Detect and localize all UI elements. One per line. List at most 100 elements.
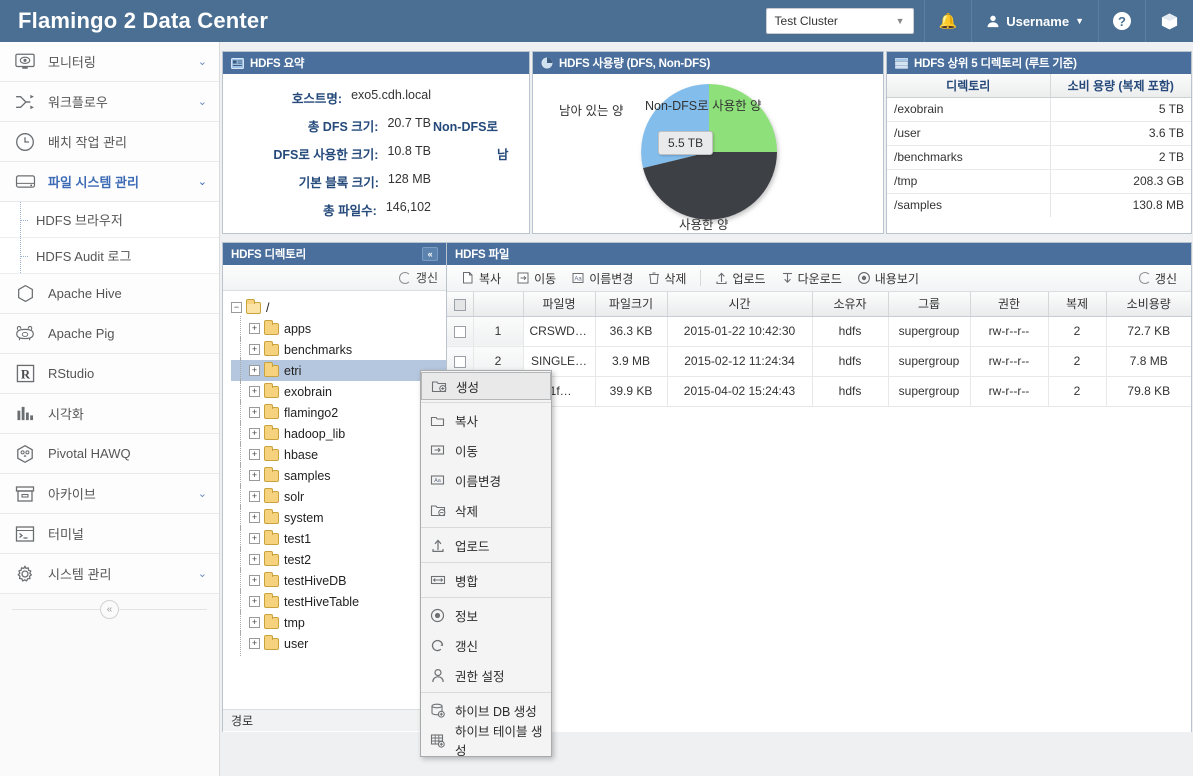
expander-expand-icon[interactable]: + [249, 323, 260, 334]
tree-node[interactable]: + system [231, 505, 446, 530]
sidebar-item-terminal[interactable]: 터미널 [0, 514, 219, 554]
cluster-select[interactable]: Test Cluster ▼ [765, 8, 914, 34]
context-menu-item-permissions[interactable]: 권한 설정 [421, 660, 551, 690]
context-menu-item-merge[interactable]: 병합 [421, 565, 551, 595]
context-menu-item-create-hive-table[interactable]: 하이브 테이블 생성 [421, 725, 551, 758]
sidebar-item-apache-pig[interactable]: Apache Pig [0, 314, 219, 354]
context-menu-item-delete[interactable]: 삭제 [421, 495, 551, 525]
column-header-filename[interactable]: 파일명 [523, 292, 596, 317]
tree-node[interactable]: + flamingo2 [231, 400, 446, 425]
tree-node[interactable]: + tmp [231, 610, 446, 635]
user-menu-button[interactable]: Username ▼ [971, 0, 1098, 42]
table-row[interactable]: 1 CRSWD-… 36.3 KB 2015-01-22 10:42:30 hd… [447, 316, 1191, 347]
copy-button[interactable]: 복사 [455, 268, 507, 289]
sidebar-item-monitoring[interactable]: 모니터링 ⌄ [0, 42, 219, 82]
context-menu-item-refresh[interactable]: 갱신 [421, 630, 551, 660]
expander-expand-icon[interactable]: + [249, 344, 260, 355]
delete-button[interactable]: 삭제 [642, 268, 692, 289]
expander-expand-icon[interactable]: + [249, 386, 260, 397]
file-refresh-button[interactable]: 갱신 [1133, 268, 1183, 289]
tree-refresh-button[interactable]: 갱신 [416, 269, 438, 286]
sidebar-item-rstudio[interactable]: R RStudio [0, 354, 219, 394]
apps-button[interactable] [1145, 0, 1193, 42]
context-menu-item-create[interactable]: 생성 [421, 372, 551, 400]
tree-node[interactable]: + hadoop_lib [231, 421, 446, 446]
column-header-consumed[interactable]: 소비 용량 (복제 포함) [1050, 74, 1191, 98]
column-header-filesize[interactable]: 파일크기 [595, 292, 668, 317]
tree-node-selected[interactable]: + etri [231, 358, 446, 383]
expander-expand-icon[interactable]: + [249, 428, 260, 439]
tree-node[interactable]: + user [231, 631, 446, 656]
checkbox-select-all-icon[interactable] [453, 298, 466, 311]
upload-button[interactable]: 업로드 [709, 268, 771, 289]
tree-node[interactable]: + samples [231, 463, 446, 488]
column-header-select-all[interactable] [447, 292, 474, 317]
expander-expand-icon[interactable]: + [249, 407, 260, 418]
sidebar-item-hdfs-audit-log[interactable]: HDFS Audit 로그 [0, 238, 219, 274]
expander-collapse-icon[interactable]: − [231, 302, 242, 313]
sidebar-item-visualization[interactable]: 시각화 [0, 394, 219, 434]
cell-checkbox[interactable] [447, 316, 474, 347]
expander-expand-icon[interactable]: + [249, 596, 260, 607]
column-header-directory[interactable]: 디렉토리 [887, 74, 1051, 98]
context-menu-item-move[interactable]: 이동 [421, 435, 551, 465]
tree-node[interactable]: + benchmarks [231, 337, 446, 362]
expander-expand-icon[interactable]: + [249, 512, 260, 523]
expander-expand-icon[interactable]: + [249, 554, 260, 565]
table-row[interactable]: /samples 130.8 MB [887, 193, 1191, 217]
rename-button[interactable]: Aa 이름변경 [565, 268, 639, 289]
column-header-time[interactable]: 시간 [667, 292, 813, 317]
sidebar-item-apache-hive[interactable]: Apache Hive [0, 274, 219, 314]
table-row[interactable]: /benchmarks 2 TB [887, 145, 1191, 170]
sidebar-item-batch-jobs[interactable]: 배치 작업 관리 [0, 122, 219, 162]
table-row[interactable]: 3 :1f… 39.9 KB 2015-04-02 15:24:43 hdfs … [447, 376, 1191, 407]
table-row[interactable]: /exobrain 5 TB [887, 97, 1191, 122]
view-content-button[interactable]: 내용보기 [851, 268, 925, 289]
expander-expand-icon[interactable]: + [249, 575, 260, 586]
tree-collapse-button[interactable]: « [422, 247, 438, 261]
sidebar-item-filesystem[interactable]: 파일 시스템 관리 ⌄ [0, 162, 219, 202]
sidebar-item-pivotal-hawq[interactable]: Pivotal HAWQ [0, 434, 219, 474]
expander-expand-icon[interactable]: + [249, 617, 260, 628]
context-menu-item-upload[interactable]: 업로드 [421, 530, 551, 560]
context-menu-item-rename[interactable]: Aa 이름변경 [421, 465, 551, 495]
tree-node[interactable]: + apps [231, 316, 446, 341]
tree-node[interactable]: + hbase [231, 442, 446, 467]
tree-node[interactable]: + test1 [231, 526, 446, 551]
checkbox-icon[interactable] [453, 355, 466, 368]
table-row[interactable]: /tmp 208.3 GB [887, 169, 1191, 194]
sidebar-item-system-admin[interactable]: 시스템 관리 ⌄ [0, 554, 219, 594]
sidebar-item-archive[interactable]: 아카이브 ⌄ [0, 474, 219, 514]
expander-expand-icon[interactable]: + [249, 365, 260, 376]
column-header-permission[interactable]: 권한 [970, 292, 1049, 317]
column-header-replication[interactable]: 복제 [1048, 292, 1107, 317]
tree-node[interactable]: + testHiveDB [231, 568, 446, 593]
tree-node[interactable]: + test2 [231, 547, 446, 572]
notifications-button[interactable]: 🔔 [923, 0, 972, 42]
table-row[interactable]: 2 SINGLE… 3.9 MB 2015-02-12 11:24:34 hdf… [447, 346, 1191, 377]
expander-expand-icon[interactable]: + [249, 470, 260, 481]
cell-filesize: 36.3 KB [595, 316, 668, 347]
expander-expand-icon[interactable]: + [249, 491, 260, 502]
context-menu-item-copy[interactable]: 복사 [421, 405, 551, 435]
checkbox-icon[interactable] [453, 325, 466, 338]
sidebar-item-workflow[interactable]: 워크플로우 ⌄ [0, 82, 219, 122]
column-header-consumed[interactable]: 소비용량 [1106, 292, 1191, 317]
sidebar-item-hdfs-browser[interactable]: HDFS 브라우저 [0, 202, 219, 238]
table-row[interactable]: /user 3.6 TB [887, 121, 1191, 146]
download-button[interactable]: 다운로드 [775, 268, 848, 289]
column-header-group[interactable]: 그룹 [888, 292, 971, 317]
expander-expand-icon[interactable]: + [249, 533, 260, 544]
column-header-owner[interactable]: 소유자 [812, 292, 889, 317]
left-sidebar: 모니터링 ⌄ 워크플로우 ⌄ 배치 작업 관리 파일 시스템 관리 ⌄ HDFS… [0, 42, 220, 776]
move-button[interactable]: 이동 [510, 268, 562, 289]
help-button[interactable]: ? [1098, 0, 1145, 42]
tree-node[interactable]: + exobrain [231, 379, 446, 404]
context-menu-item-info[interactable]: 정보 [421, 600, 551, 630]
tree-node[interactable]: + solr [231, 484, 446, 509]
expander-expand-icon[interactable]: + [249, 449, 260, 460]
expander-expand-icon[interactable]: + [249, 638, 260, 649]
tree-node-root[interactable]: − / [231, 297, 446, 318]
tree-node[interactable]: + testHiveTable [231, 589, 446, 614]
sidebar-collapse-button[interactable]: « [100, 599, 119, 619]
